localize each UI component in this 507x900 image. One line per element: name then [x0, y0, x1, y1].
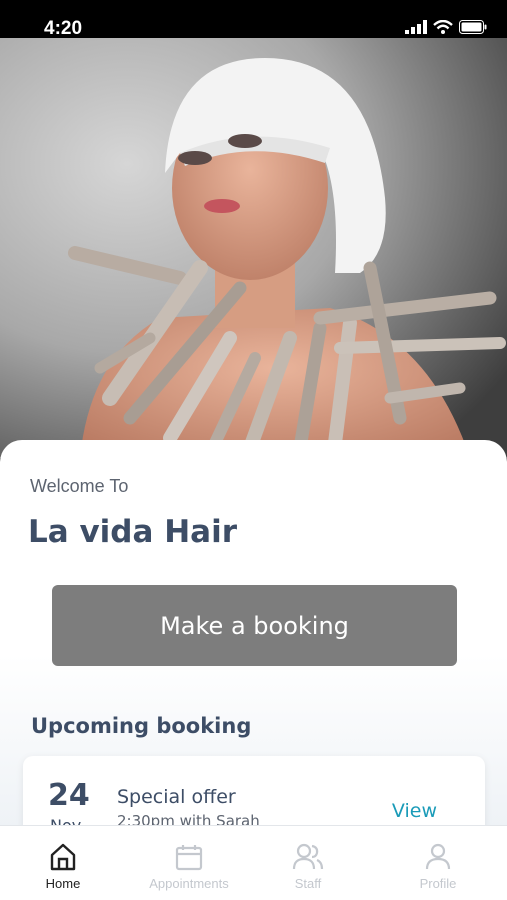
upcoming-booking-title: Upcoming booking — [31, 714, 252, 738]
tab-profile[interactable]: Profile — [375, 826, 501, 900]
booking-title: Special offer — [117, 786, 236, 808]
profile-icon — [425, 843, 451, 870]
signal-icon — [405, 20, 427, 34]
wifi-icon — [433, 20, 453, 34]
calendar-icon — [175, 845, 203, 871]
welcome-label: Welcome To — [30, 476, 129, 496]
make-booking-button[interactable]: Make a booking — [52, 585, 457, 666]
tab-bar: Home Appointments Staff Profile — [0, 825, 507, 900]
staff-icon — [292, 843, 324, 870]
salon-model-photo — [0, 38, 507, 458]
status-bar: 4:20 — [0, 0, 507, 39]
tab-appointments[interactable]: Appointments — [126, 826, 252, 900]
tab-appointments-label: Appointments — [149, 876, 229, 891]
status-time: 4:20 — [44, 18, 83, 39]
salon-name: La vida Hair — [28, 514, 237, 550]
battery-icon — [459, 20, 487, 34]
view-booking-link[interactable]: View — [392, 800, 437, 822]
tab-staff[interactable]: Staff — [245, 826, 371, 900]
tab-staff-label: Staff — [294, 876, 322, 891]
tab-home-label: Home — [45, 876, 81, 891]
home-sheet: Welcome To La vida Hair Make a booking U… — [0, 440, 507, 856]
tab-home[interactable]: Home — [0, 826, 126, 900]
tab-profile-label: Profile — [419, 876, 457, 891]
status-icons — [405, 20, 487, 34]
hero-image — [0, 38, 507, 458]
booking-day: 24 — [48, 778, 90, 813]
home-icon — [50, 843, 76, 871]
